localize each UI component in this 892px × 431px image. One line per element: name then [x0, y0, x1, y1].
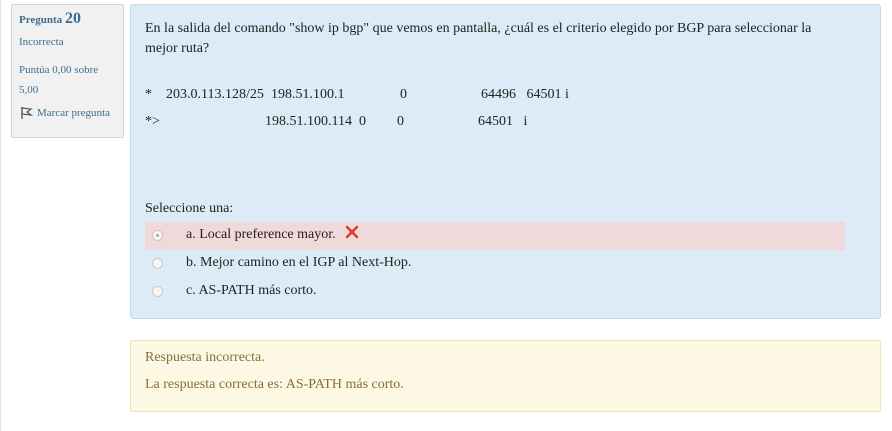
- answer-a-label: a. Local preference mayor.: [186, 227, 336, 242]
- feedback-panel: Respuesta incorrecta. La respuesta corre…: [130, 340, 881, 412]
- bgp-row1-metric: 0: [400, 87, 407, 102]
- question-label: Pregunta: [19, 14, 63, 26]
- question-formulation: En la salida del comando "show ip bgp" q…: [130, 4, 881, 319]
- flag-question-link[interactable]: Marcar pregunta: [19, 106, 116, 120]
- bgp-row2-status: *>: [145, 114, 160, 129]
- answer-prompt: Seleccione una:: [145, 201, 234, 216]
- feedback-status: Respuesta incorrecta.: [145, 350, 265, 365]
- bgp-row2-metric: 0: [359, 114, 366, 129]
- question-number: Pregunta 20: [19, 10, 116, 28]
- question-state: Incorrecta: [19, 36, 64, 48]
- answer-b-radio[interactable]: [152, 258, 163, 269]
- answer-option-b[interactable]: b. Mejor camino en el IGP al Next-Hop.: [145, 250, 845, 278]
- answer-a-radio[interactable]: [152, 230, 163, 241]
- answer-b-label: b. Mejor camino en el IGP al Next-Hop.: [186, 255, 412, 270]
- feedback-right-answer: La respuesta correcta es: AS-PATH más co…: [145, 377, 404, 392]
- bgp-row1-path: 64496 64501 i: [481, 87, 569, 102]
- incorrect-x-icon: [345, 225, 359, 244]
- flag-question-label: Marcar pregunta: [37, 107, 110, 119]
- answer-option-c[interactable]: c. AS-PATH más corto.: [145, 278, 845, 306]
- bgp-row2-path: 64501 i: [478, 114, 528, 129]
- question-text: En la salida del comando "show ip bgp" q…: [145, 21, 812, 56]
- flag-icon: [19, 106, 33, 120]
- answer-c-label: c. AS-PATH más corto.: [186, 283, 317, 298]
- bgp-row1-network: 203.0.113.128/25: [166, 87, 264, 102]
- question-info-panel: Pregunta 20 Incorrecta Puntúa 0,00 sobre…: [11, 4, 124, 138]
- bgp-row1-status: *: [145, 87, 152, 102]
- page-edge: [0, 0, 1, 431]
- question-grade: Puntúa 0,00 sobre 5,00: [19, 64, 99, 96]
- answer-c-radio[interactable]: [152, 286, 163, 297]
- bgp-row1-nexthop: 198.51.100.1: [271, 87, 345, 102]
- bgp-row2-locprf: 0: [397, 114, 404, 129]
- bgp-row2-nexthop: 198.51.100.114: [265, 114, 352, 129]
- question-number-value: 20: [64, 10, 81, 27]
- answer-option-a[interactable]: a. Local preference mayor.: [145, 222, 845, 250]
